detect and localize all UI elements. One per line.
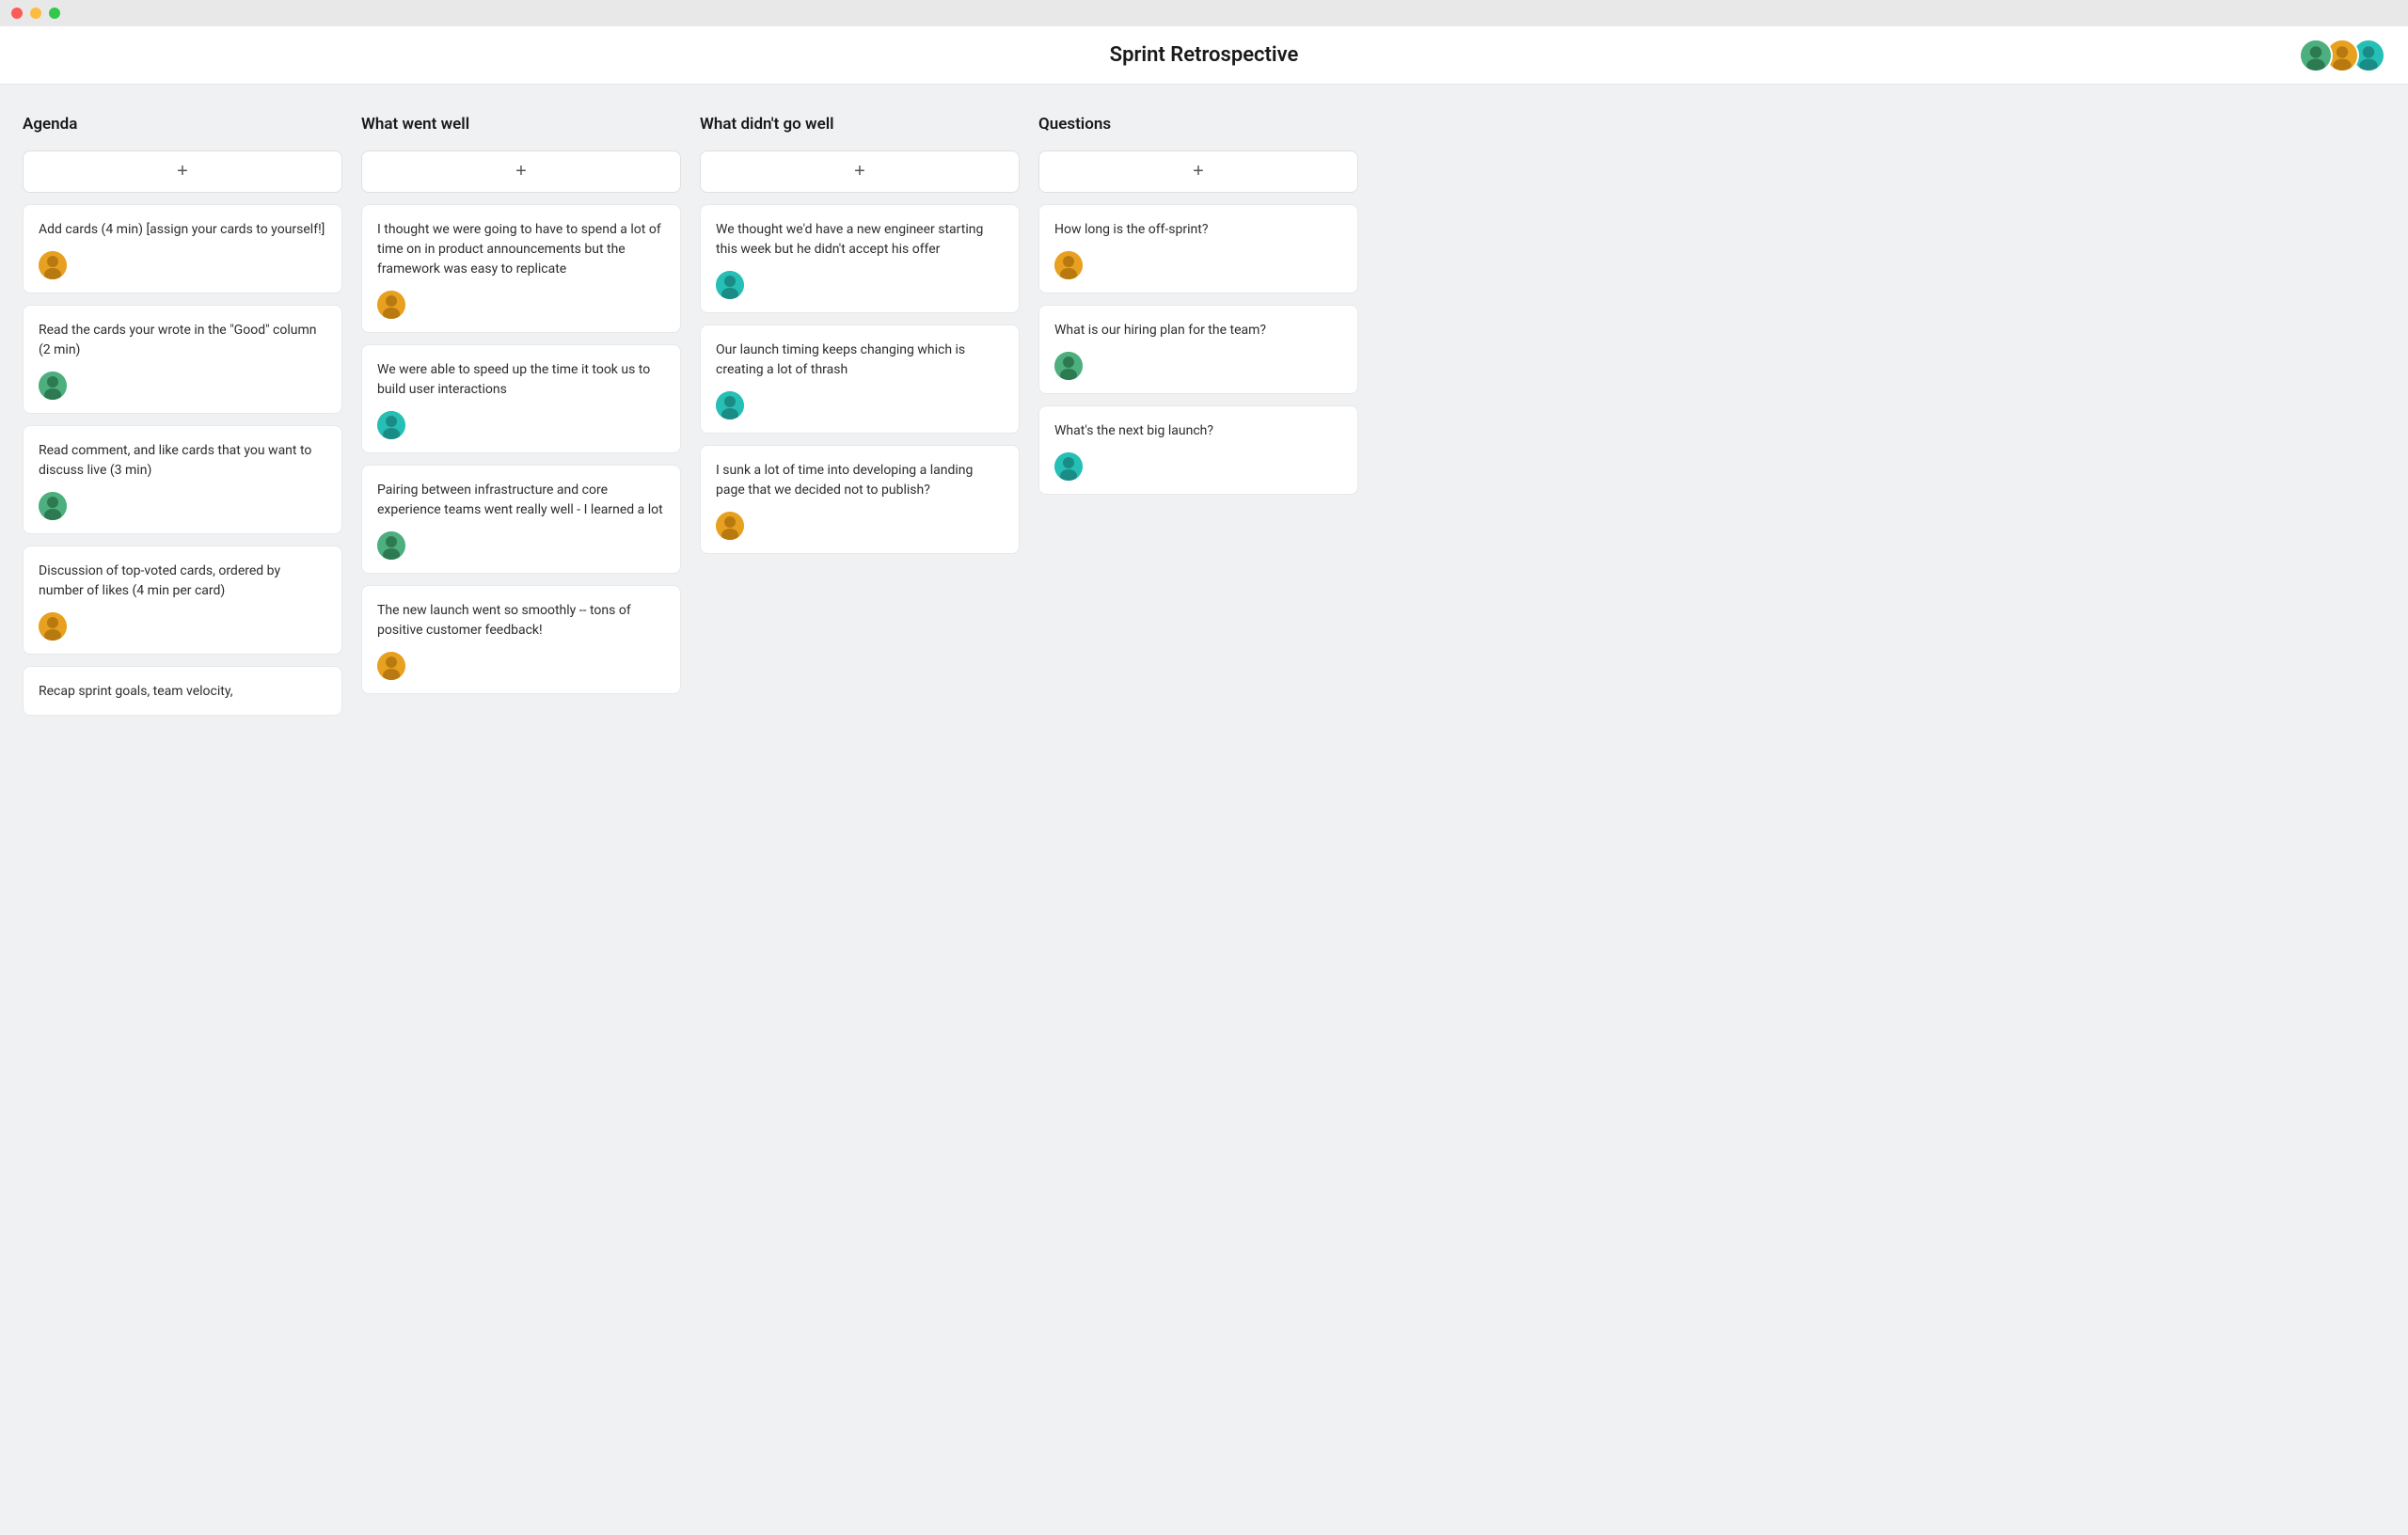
card-text-w3: Pairing between infrastructure and core … — [377, 481, 665, 520]
card-a5: Recap sprint goals, team velocity, — [23, 666, 342, 716]
card-text-a1: Add cards (4 min) [assign your cards to … — [39, 220, 326, 240]
column-didnt-go-well: What didn't go well + We thought we'd ha… — [700, 115, 1020, 716]
avatar-w2 — [377, 411, 405, 439]
avatar-d3 — [716, 512, 744, 540]
card-a4: Discussion of top-voted cards, ordered b… — [23, 546, 342, 655]
card-text-d2: Our launch timing keeps changing which i… — [716, 340, 1004, 380]
avatar-q3 — [1054, 452, 1083, 481]
avatar-q2 — [1054, 352, 1083, 380]
add-card-questions[interactable]: + — [1038, 150, 1358, 193]
column-header-went-well: What went well — [361, 115, 681, 134]
avatar-w1 — [377, 291, 405, 319]
card-text-q3: What's the next big launch? — [1054, 421, 1342, 441]
avatar-a3 — [39, 492, 67, 520]
column-header-didnt-go-well: What didn't go well — [700, 115, 1020, 134]
avatar-w4 — [377, 652, 405, 680]
main-content: Agenda + Add cards (4 min) [assign your … — [0, 85, 2408, 738]
card-w2: We were able to speed up the time it too… — [361, 344, 681, 453]
card-a3: Read comment, and like cards that you wa… — [23, 425, 342, 534]
avatar-d1 — [716, 271, 744, 299]
add-card-didnt-go-well[interactable]: + — [700, 150, 1020, 193]
traffic-light-yellow[interactable] — [30, 8, 41, 19]
avatar-w3 — [377, 531, 405, 560]
add-card-agenda[interactable]: + — [23, 150, 342, 193]
add-card-went-well[interactable]: + — [361, 150, 681, 193]
card-d2: Our launch timing keeps changing which i… — [700, 324, 1020, 434]
card-text-a4: Discussion of top-voted cards, ordered b… — [39, 562, 326, 601]
card-a1: Add cards (4 min) [assign your cards to … — [23, 204, 342, 293]
avatar-1 — [2299, 39, 2333, 72]
card-q1: How long is the off-sprint? — [1038, 204, 1358, 293]
card-text-q1: How long is the off-sprint? — [1054, 220, 1342, 240]
card-text-d1: We thought we'd have a new engineer star… — [716, 220, 1004, 260]
title-bar — [0, 0, 2408, 26]
traffic-light-green[interactable] — [49, 8, 60, 19]
column-header-questions: Questions — [1038, 115, 1358, 134]
card-w1: I thought we were going to have to spend… — [361, 204, 681, 333]
avatar-a1 — [39, 251, 67, 279]
card-text-a2: Read the cards your wrote in the "Good" … — [39, 321, 326, 360]
card-text-a3: Read comment, and like cards that you wa… — [39, 441, 326, 481]
card-text-w2: We were able to speed up the time it too… — [377, 360, 665, 400]
column-questions: Questions + How long is the off-sprint? … — [1038, 115, 1358, 716]
card-d3: I sunk a lot of time into developing a l… — [700, 445, 1020, 554]
header: Sprint Retrospective — [0, 26, 2408, 85]
card-text-q2: What is our hiring plan for the team? — [1054, 321, 1342, 340]
avatar-a2 — [39, 372, 67, 400]
card-text-w1: I thought we were going to have to spend… — [377, 220, 665, 279]
card-text-a5: Recap sprint goals, team velocity, — [39, 682, 326, 702]
card-text-w4: The new launch went so smoothly -- tons … — [377, 601, 665, 641]
card-w3: Pairing between infrastructure and core … — [361, 465, 681, 574]
card-a2: Read the cards your wrote in the "Good" … — [23, 305, 342, 414]
card-q2: What is our hiring plan for the team? — [1038, 305, 1358, 394]
card-w4: The new launch went so smoothly -- tons … — [361, 585, 681, 694]
traffic-light-red[interactable] — [11, 8, 23, 19]
header-avatars — [2299, 39, 2385, 72]
avatar-d2 — [716, 391, 744, 419]
column-went-well: What went well + I thought we were going… — [361, 115, 681, 716]
column-agenda: Agenda + Add cards (4 min) [assign your … — [23, 115, 342, 716]
card-d1: We thought we'd have a new engineer star… — [700, 204, 1020, 313]
avatar-q1 — [1054, 251, 1083, 279]
card-text-d3: I sunk a lot of time into developing a l… — [716, 461, 1004, 500]
page-title: Sprint Retrospective — [1110, 43, 1299, 67]
avatar-a4 — [39, 612, 67, 641]
card-q3: What's the next big launch? — [1038, 405, 1358, 495]
column-header-agenda: Agenda — [23, 115, 342, 134]
